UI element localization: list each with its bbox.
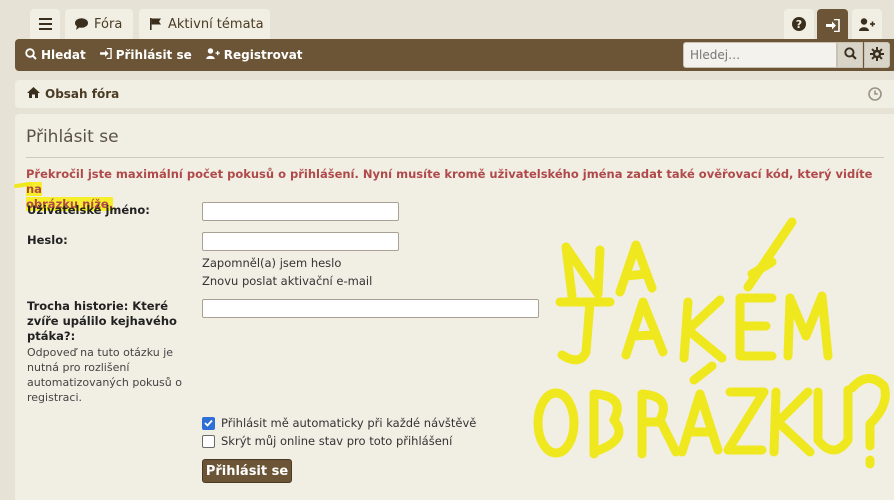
- advanced-search-button[interactable]: [864, 42, 890, 68]
- clock-icon: [868, 87, 882, 104]
- search-input[interactable]: Hledej…: [683, 42, 837, 68]
- hide-online-label: Skrýt můj online stav pro toto přihlášen…: [221, 434, 453, 448]
- hamburger-icon: [38, 18, 52, 30]
- sign-in-icon: [825, 18, 840, 32]
- gear-icon: [870, 46, 884, 64]
- question-explain: Odpoveď na tuto otázku je nutná pro rozl…: [27, 346, 182, 404]
- user-plus-icon: [859, 17, 875, 31]
- breadcrumb: Obsah fóra: [15, 80, 894, 108]
- search-icon: [843, 47, 857, 63]
- search-button[interactable]: [837, 42, 863, 68]
- svg-text:?: ?: [796, 18, 802, 31]
- page-title: Přihlásit se: [26, 127, 119, 147]
- password-label: Heslo:: [27, 233, 68, 247]
- username-field[interactable]: [202, 202, 399, 221]
- question-label: Trocha historie: Které zvíře upálilo kej…: [27, 299, 177, 343]
- breadcrumb-home-link[interactable]: Obsah fóra: [27, 87, 119, 101]
- error-text: Překročil jste maximální počet pokusů o …: [26, 167, 873, 181]
- nav-login-label: Přihlásit se: [115, 48, 192, 62]
- user-plus-icon: [205, 48, 220, 62]
- tab-login[interactable]: [817, 9, 848, 41]
- autologin-row[interactable]: Přihlásit mě automaticky při každé návšt…: [202, 416, 476, 430]
- menu-tab[interactable]: [30, 9, 60, 39]
- tab-active-topics[interactable]: Aktivní témata: [139, 9, 270, 39]
- tab-fora-label: Fóra: [94, 16, 123, 32]
- hide-online-checkbox[interactable]: [202, 434, 215, 448]
- breadcrumb-home-label: Obsah fóra: [45, 87, 120, 101]
- home-icon: [27, 87, 40, 101]
- search-icon: [25, 47, 37, 63]
- tab-help[interactable]: ?: [784, 9, 814, 39]
- forgot-password-link[interactable]: Zapomněl(a) jsem heslo: [202, 256, 341, 270]
- nav-search-label: Hledat: [41, 48, 86, 62]
- comment-icon: [75, 18, 88, 30]
- login-submit-button[interactable]: Přihlásit se: [202, 459, 292, 483]
- error-message: Překročil jste maximální počet pokusů o …: [26, 167, 886, 212]
- password-field[interactable]: [202, 232, 399, 251]
- autologin-label: Přihlásit mě automaticky při každé návšt…: [221, 416, 477, 430]
- hide-online-row[interactable]: Skrýt můj online stav pro toto přihlášen…: [202, 434, 452, 448]
- main-navbar: Hledat Přihlásit se Registrovat Hledej…: [15, 39, 894, 71]
- title-divider: [26, 157, 884, 158]
- tab-register[interactable]: [852, 9, 882, 39]
- question-icon: ?: [792, 17, 806, 31]
- nav-register-link[interactable]: Registrovat: [205, 48, 303, 62]
- flag-icon: [150, 18, 162, 30]
- error-highlight-na: na: [26, 182, 42, 196]
- resend-activation-link[interactable]: Znovu poslat aktivační e-mail: [202, 274, 372, 288]
- question-answer-field[interactable]: [202, 299, 539, 318]
- sign-in-icon: [99, 47, 112, 62]
- nav-login-link[interactable]: Přihlásit se: [99, 47, 192, 62]
- nav-search-link[interactable]: Hledat: [25, 47, 86, 63]
- autologin-checkbox[interactable]: [202, 416, 215, 430]
- tab-fora[interactable]: Fóra: [65, 9, 133, 39]
- login-panel: Přihlásit se Překročil jste maximální po…: [15, 114, 894, 500]
- tab-active-topics-label: Aktivní témata: [168, 16, 264, 32]
- nav-register-label: Registrovat: [223, 48, 303, 62]
- username-label: Uživatelské jméno:: [27, 203, 150, 217]
